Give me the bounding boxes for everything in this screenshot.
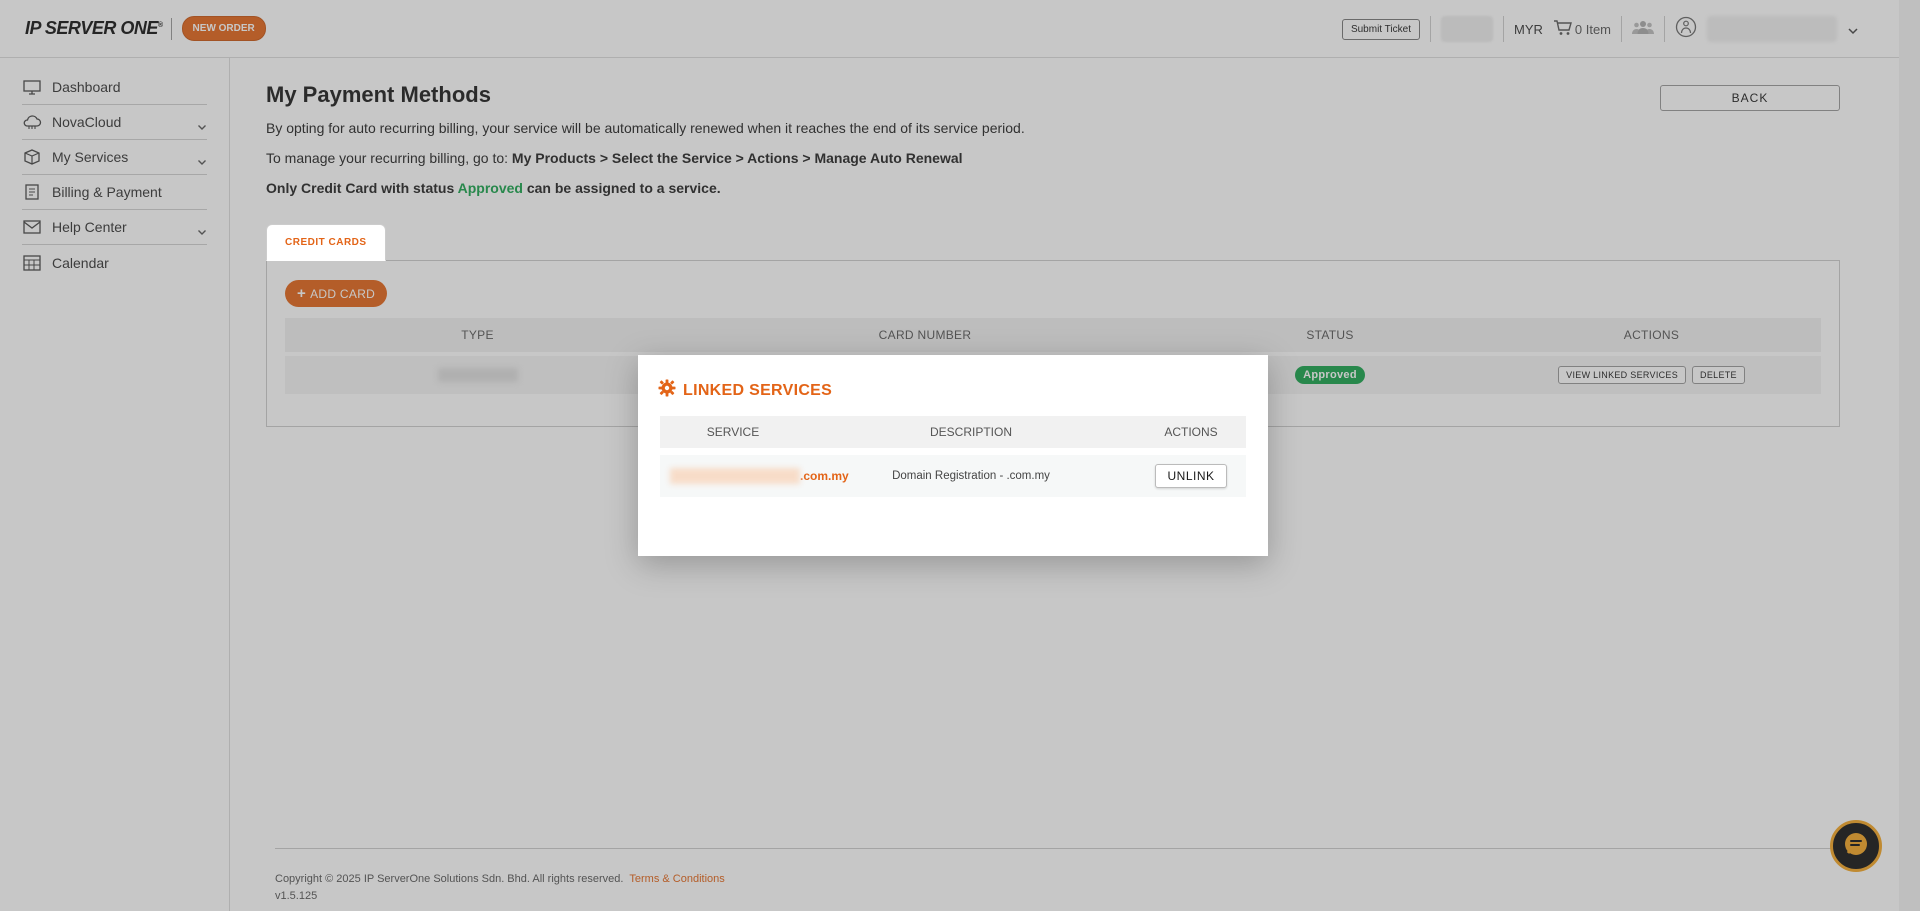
gear-icon xyxy=(658,379,676,402)
table-row: .com.my Domain Registration - .com.my UN… xyxy=(660,455,1246,497)
blurred-domain-name xyxy=(670,468,800,484)
linked-services-modal: LINKED SERVICES SERVICE DESCRIPTION ACTI… xyxy=(638,355,1268,556)
header-actions: ACTIONS xyxy=(1164,425,1218,439)
modal-title: LINKED SERVICES xyxy=(658,379,832,402)
tab-credit-cards[interactable]: CREDIT CARDS xyxy=(266,224,386,261)
header-description: DESCRIPTION xyxy=(929,425,1012,439)
unlink-button[interactable]: UNLINK xyxy=(1155,464,1227,488)
service-description: Domain Registration - .com.my xyxy=(892,470,1050,482)
actions-cell: UNLINK xyxy=(1136,455,1246,497)
modal-table-header: SERVICE DESCRIPTION ACTIONS xyxy=(660,416,1246,448)
header-service: SERVICE xyxy=(706,425,760,439)
